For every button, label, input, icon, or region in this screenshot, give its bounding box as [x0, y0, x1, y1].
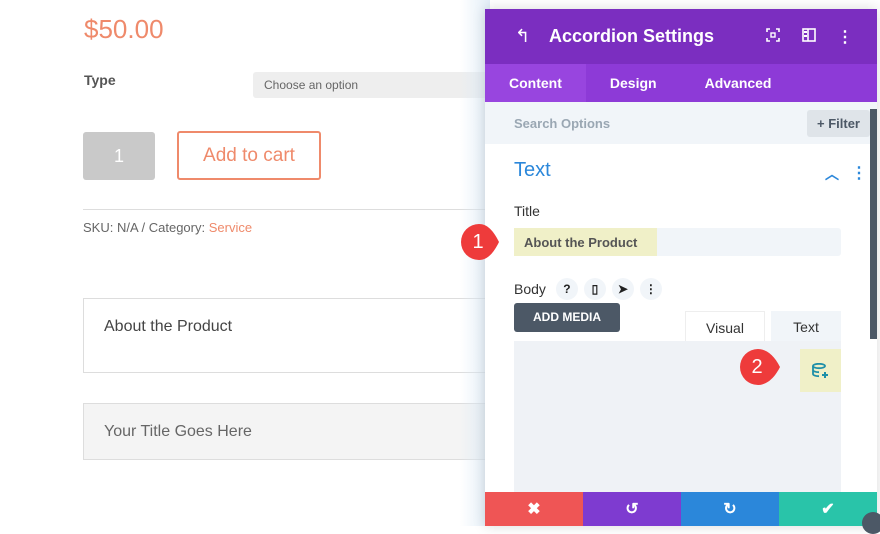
tab-design[interactable]: Design: [586, 64, 681, 102]
section-title[interactable]: Text: [514, 159, 551, 182]
search-input[interactable]: Search Options: [514, 116, 610, 131]
product-meta: SKU: N/A / Category: Service: [83, 220, 252, 235]
add-media-button[interactable]: ADD MEDIA: [514, 303, 620, 332]
accordion-item-open[interactable]: About the Product: [83, 298, 503, 373]
annotation-badge-1: 1: [459, 222, 507, 262]
tab-content[interactable]: Content: [485, 64, 586, 102]
redo-icon: ↻: [723, 501, 737, 518]
options-icon[interactable]: ⋮: [639, 278, 662, 300]
settings-panel: ↰ Accordion Settings ⋮ Content Design Ad…: [485, 9, 877, 526]
panel-title: Accordion Settings: [549, 26, 715, 46]
mobile-icon[interactable]: ▯: [583, 278, 606, 300]
meta-text: SKU: N/A / Category:: [83, 220, 209, 235]
expand-icon[interactable]: [755, 28, 791, 45]
cursor-icon[interactable]: ➤: [611, 278, 634, 300]
annotation-badge-2: 2: [738, 347, 786, 387]
more-options-icon[interactable]: ⋮: [827, 27, 863, 47]
type-label: Type: [84, 72, 116, 88]
undo-icon: ↺: [625, 501, 639, 518]
layout-icon[interactable]: [791, 28, 827, 45]
title-label: Title: [514, 203, 540, 219]
panel-tabs: Content Design Advanced: [485, 64, 877, 102]
title-value: About the Product: [524, 235, 638, 250]
divider: [83, 209, 493, 210]
badge-number: 1: [472, 230, 484, 253]
close-button[interactable]: ✖: [485, 492, 583, 526]
panel-footer: ✖ ↺ ↻ ✔: [485, 492, 877, 526]
search-bar: Search Options + Filter: [485, 102, 877, 144]
body-label-row: Body ? ▯ ➤ ⋮: [514, 278, 662, 300]
title-input[interactable]: About the Product: [514, 228, 841, 256]
badge-number: 2: [751, 355, 763, 378]
tab-advanced[interactable]: Advanced: [681, 64, 796, 102]
close-icon: ✖: [527, 501, 541, 518]
redo-button[interactable]: ↻: [681, 492, 779, 526]
section-menu-icon[interactable]: ⋮: [851, 163, 867, 183]
quantity-input[interactable]: 1: [83, 132, 155, 180]
corner-handle[interactable]: [862, 512, 880, 534]
editor-tab-visual[interactable]: Visual: [685, 311, 765, 341]
dynamic-content-icon[interactable]: [800, 349, 841, 392]
product-price: $50.00: [84, 14, 164, 44]
accordion-item-closed[interactable]: Your Title Goes Here: [83, 403, 503, 460]
type-select[interactable]: Choose an option: [253, 72, 493, 98]
body-label: Body: [514, 281, 546, 297]
panel-header: ↰ Accordion Settings ⋮: [485, 9, 877, 64]
accordion-title: About the Product: [104, 318, 233, 335]
category-link[interactable]: Service: [209, 220, 252, 235]
add-to-cart-button[interactable]: Add to cart: [177, 131, 321, 180]
back-icon[interactable]: ↰: [515, 26, 549, 47]
scrollbar[interactable]: [870, 109, 877, 339]
help-icon[interactable]: ?: [555, 278, 578, 300]
editor-tab-text[interactable]: Text: [771, 311, 841, 341]
chevron-up-icon[interactable]: ︿: [825, 164, 839, 184]
accordion-title: Your Title Goes Here: [104, 423, 252, 440]
undo-button[interactable]: ↺: [583, 492, 681, 526]
check-icon: ✔: [821, 501, 835, 518]
filter-button[interactable]: + Filter: [807, 109, 870, 137]
